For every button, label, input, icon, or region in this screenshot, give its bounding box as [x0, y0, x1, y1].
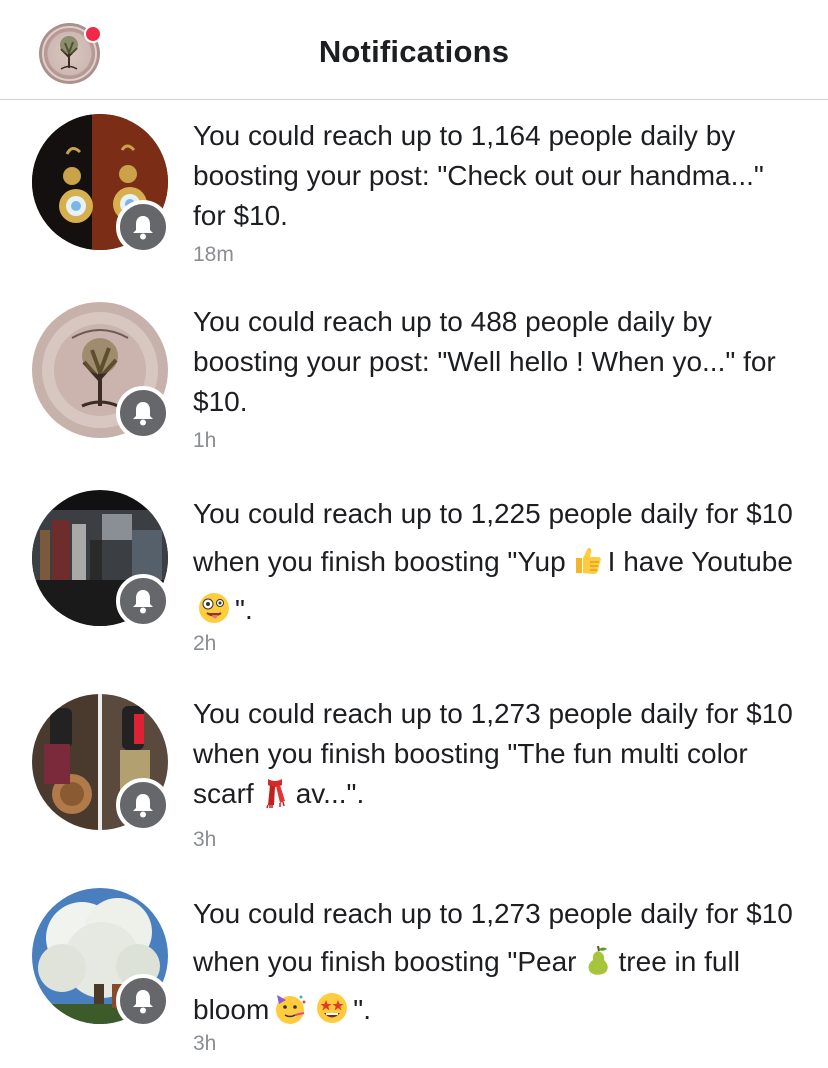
notification-time: 2h [193, 632, 217, 655]
notification-text: You could reach up to 1,273 people daily… [193, 694, 793, 814]
bell-badge [116, 778, 170, 832]
notification-time: 3h [193, 1032, 217, 1055]
text-segment: ". [353, 994, 371, 1025]
notification-item[interactable]: You could reach up to 488 people daily b… [0, 300, 828, 470]
notification-time: 1h [193, 429, 217, 452]
bell-badge [116, 574, 170, 628]
notification-item[interactable]: You could reach up to 1,273 people daily… [0, 888, 828, 1068]
notification-item[interactable]: You could reach up to 1,164 people daily… [0, 114, 828, 284]
star-struck-icon [315, 991, 349, 1025]
notification-text: You could reach up to 1,273 people daily… [193, 890, 793, 1034]
notification-time: 3h [193, 828, 217, 851]
header-bar: Notifications [0, 0, 828, 100]
bell-icon [133, 216, 153, 240]
notification-text: You could reach up to 1,164 people daily… [193, 120, 764, 231]
bell-badge [116, 974, 170, 1028]
bell-icon [133, 590, 153, 614]
notification-item[interactable]: You could reach up to 1,225 people daily… [0, 488, 828, 668]
bell-badge [116, 386, 170, 440]
scarf-icon [258, 775, 292, 809]
notification-text: You could reach up to 1,225 people daily… [193, 490, 793, 634]
bell-badge [116, 200, 170, 254]
page-title: Notifications [318, 34, 510, 69]
partying-face-icon [273, 991, 307, 1025]
notification-item[interactable]: You could reach up to 1,273 people daily… [0, 692, 828, 872]
thumbs-up-icon [570, 543, 604, 577]
text-segment: ". [235, 594, 253, 625]
text-segment: av...". [295, 778, 365, 809]
bell-icon [133, 990, 153, 1014]
text-segment: I have Youtube [607, 546, 793, 577]
bell-icon [133, 794, 153, 818]
notification-text: You could reach up to 488 people daily b… [193, 306, 776, 417]
pear-icon [581, 943, 615, 977]
zany-face-icon [197, 591, 231, 625]
notification-time: 18m [193, 243, 234, 266]
bell-icon [133, 402, 153, 426]
